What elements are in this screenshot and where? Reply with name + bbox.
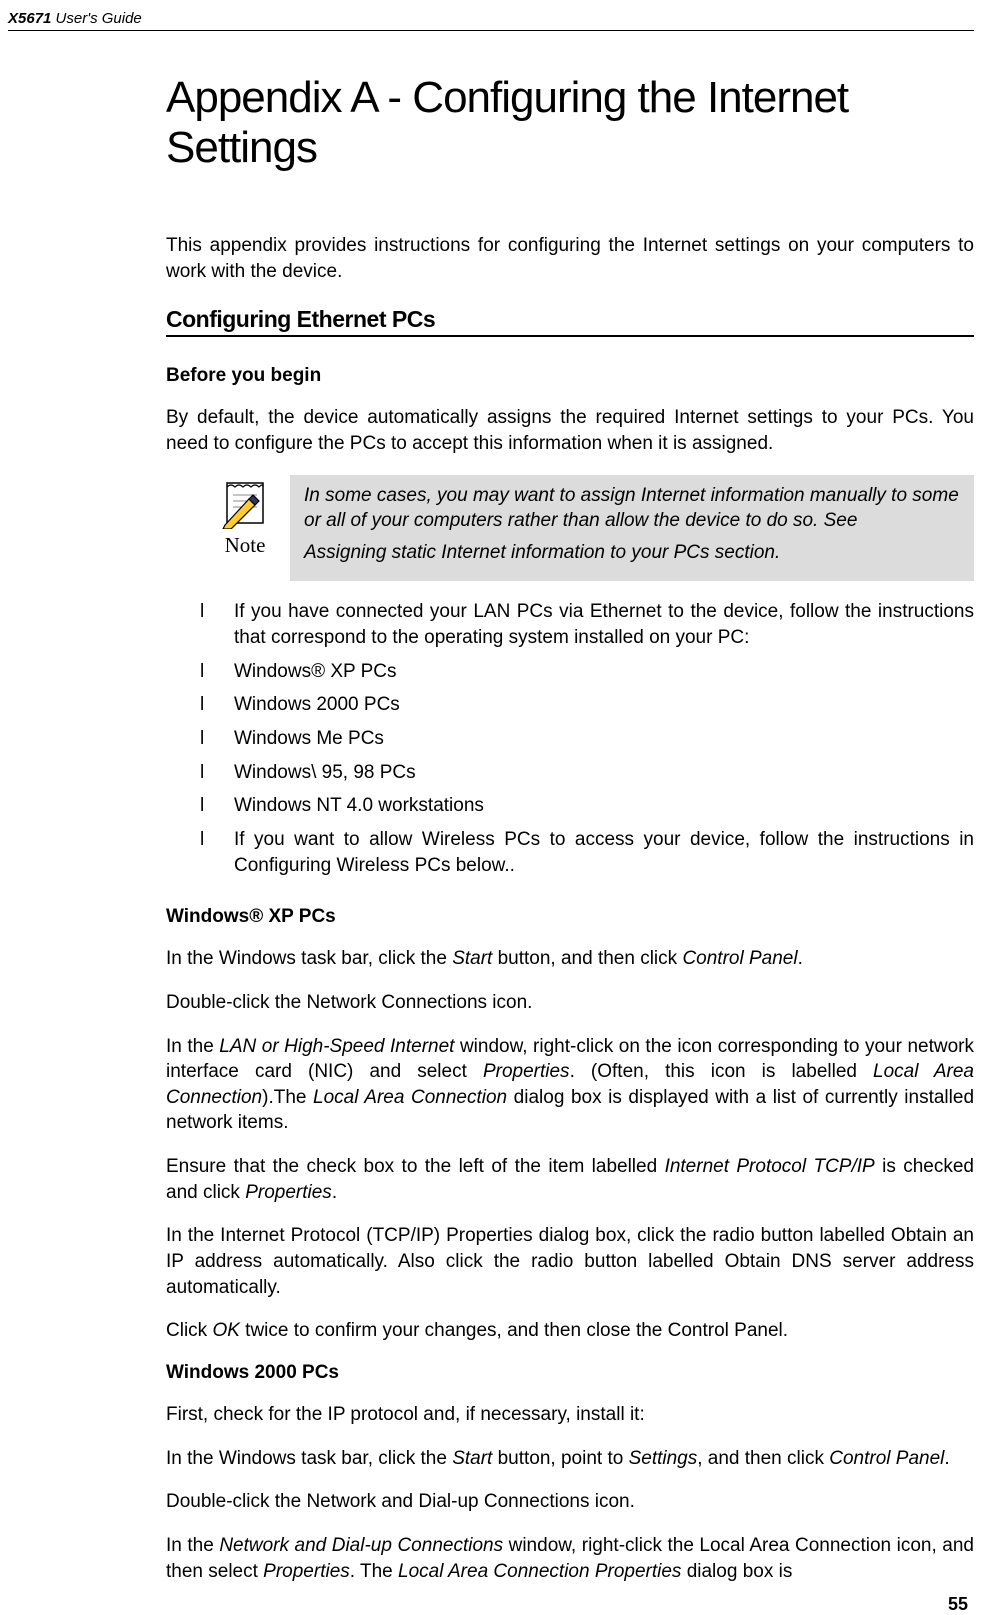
note-label: Note xyxy=(200,533,290,558)
text-run-italic: Network and Dial-up Connections xyxy=(219,1535,503,1556)
list-item-text: Windows\ 95, 98 PCs xyxy=(234,760,974,786)
text-run-italic: Local Area Connection xyxy=(313,1087,507,1108)
bullet-marker: l xyxy=(200,659,234,685)
note-body: In some cases, you may want to assign In… xyxy=(290,475,974,582)
text-run: In the Windows task bar, click the xyxy=(166,1448,452,1469)
text-run-italic: Start xyxy=(452,948,492,969)
bullet-marker: l xyxy=(200,793,234,819)
text-run-italic: Start xyxy=(452,1448,492,1469)
text-run: dialog box is xyxy=(681,1561,792,1582)
text-run: Ensure that the check box to the left of… xyxy=(166,1156,665,1177)
bullet-marker: l xyxy=(200,599,234,650)
text-run: . The xyxy=(350,1561,398,1582)
text-run-italic: Properties xyxy=(483,1061,570,1082)
xp-step-3: In the LAN or High-Speed Internet window… xyxy=(166,1034,974,1137)
list-item-text: Windows Me PCs xyxy=(234,726,974,752)
text-run: . xyxy=(944,1448,949,1469)
text-run-italic: Control Panel xyxy=(829,1448,944,1469)
note-line1: In some cases, you may want to assign In… xyxy=(304,483,960,534)
w2k-step-2: In the Windows task bar, click the Start… xyxy=(166,1446,974,1472)
list-item: lIf you have connected your LAN PCs via … xyxy=(200,599,974,650)
header-product: X5671 xyxy=(8,10,51,27)
header-guide: User's Guide xyxy=(51,10,141,27)
text-run: . (Often, this icon is labelled xyxy=(570,1061,873,1082)
text-run-italic: Local Area Connection Properties xyxy=(398,1561,681,1582)
intro-paragraph: This appendix provides instructions for … xyxy=(166,233,974,284)
before-you-begin-paragraph: By default, the device automatically ass… xyxy=(166,405,974,456)
w2k-step-3: Double-click the Network and Dial-up Con… xyxy=(166,1489,974,1515)
xp-step-6: Click OK twice to confirm your changes, … xyxy=(166,1318,974,1344)
list-item: lIf you want to allow Wireless PCs to ac… xyxy=(200,827,974,878)
list-item-text: Windows NT 4.0 workstations xyxy=(234,793,974,819)
bullet-marker: l xyxy=(200,692,234,718)
text-run-italic: Properties xyxy=(245,1182,332,1203)
text-run-italic: Internet Protocol TCP/IP xyxy=(665,1156,875,1177)
note-block: Note In some cases, you may want to assi… xyxy=(200,475,974,582)
text-run: . xyxy=(798,948,803,969)
text-run: In the xyxy=(166,1036,219,1057)
xp-step-4: Ensure that the check box to the left of… xyxy=(166,1154,974,1205)
windows-2000-heading: Windows 2000 PCs xyxy=(166,1362,974,1384)
list-item-text: If you have connected your LAN PCs via E… xyxy=(234,599,974,650)
text-run: Click xyxy=(166,1320,212,1341)
text-run: In the xyxy=(166,1535,219,1556)
text-run-italic: LAN or High-Speed Internet xyxy=(219,1036,454,1057)
before-you-begin-heading: Before you begin xyxy=(166,365,974,387)
page-header: X5671 User's Guide xyxy=(8,10,974,31)
bullet-marker: l xyxy=(200,726,234,752)
section-config-ethernet: Configuring Ethernet PCs xyxy=(166,306,974,337)
w2k-step-4: In the Network and Dial-up Connections w… xyxy=(166,1533,974,1584)
list-item-text: If you want to allow Wireless PCs to acc… xyxy=(234,827,974,878)
note-line2: Assigning static Internet information to… xyxy=(304,540,960,566)
text-run-italic: Properties xyxy=(263,1561,350,1582)
text-run: In the Windows task bar, click the xyxy=(166,948,452,969)
bullet-list: lIf you have connected your LAN PCs via … xyxy=(200,599,974,878)
windows-xp-heading: Windows® XP PCs xyxy=(166,906,974,928)
xp-step-2: Double-click the Network Connections ico… xyxy=(166,990,974,1016)
text-run: . xyxy=(332,1182,337,1203)
bullet-marker: l xyxy=(200,760,234,786)
list-item: lWindows 2000 PCs xyxy=(200,692,974,718)
w2k-step-1: First, check for the IP protocol and, if… xyxy=(166,1402,974,1428)
xp-step-5: In the Internet Protocol (TCP/IP) Proper… xyxy=(166,1223,974,1300)
list-item: lWindows® XP PCs xyxy=(200,659,974,685)
text-run: ).The xyxy=(262,1087,313,1108)
note-icon-cell: Note xyxy=(200,475,290,582)
bullet-marker: l xyxy=(200,827,234,878)
list-item: lWindows NT 4.0 workstations xyxy=(200,793,974,819)
list-item-text: Windows 2000 PCs xyxy=(234,692,974,718)
text-run: , and then click xyxy=(697,1448,829,1469)
xp-step-1: In the Windows task bar, click the Start… xyxy=(166,946,974,972)
list-item: lWindows\ 95, 98 PCs xyxy=(200,760,974,786)
note-icon xyxy=(219,481,271,529)
list-item: lWindows Me PCs xyxy=(200,726,974,752)
text-run: button, and then click xyxy=(492,948,682,969)
text-run: twice to confirm your changes, and then … xyxy=(240,1320,788,1341)
text-run-italic: OK xyxy=(212,1320,239,1341)
page-number: 55 xyxy=(8,1594,974,1615)
text-run-italic: Settings xyxy=(629,1448,698,1469)
page-title: Appendix A - Configuring the Internet Se… xyxy=(166,73,974,173)
list-item-text: Windows® XP PCs xyxy=(234,659,974,685)
text-run-italic: Control Panel xyxy=(682,948,797,969)
text-run: button, point to xyxy=(492,1448,628,1469)
